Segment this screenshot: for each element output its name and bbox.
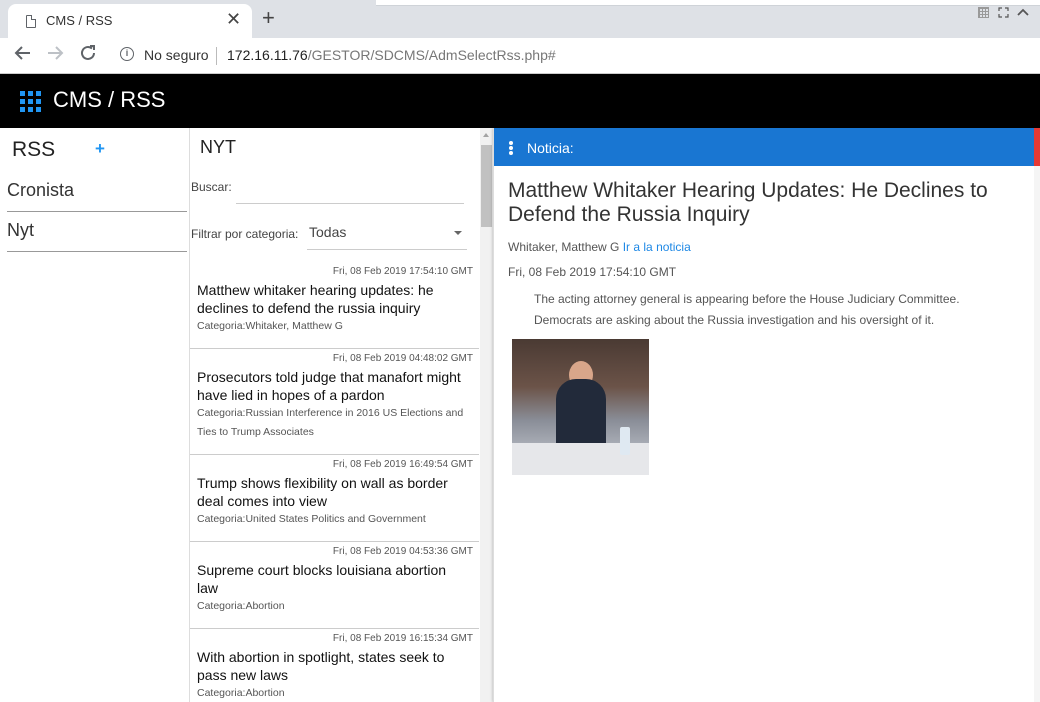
chevron-up-icon[interactable] xyxy=(1014,4,1032,20)
more-vert-icon[interactable] xyxy=(509,141,513,155)
grid-icon[interactable] xyxy=(974,4,992,20)
panel-label: Noticia: xyxy=(527,140,574,156)
list-item[interactable]: Fri, 08 Feb 2019 17:54:10 GMT Matthew wh… xyxy=(190,262,479,349)
scroll-up-icon[interactable] xyxy=(483,133,489,137)
address-bar: i No seguro 172.16.11.76/GESTOR/SDCMS/Ad… xyxy=(0,38,1040,74)
article-panel-header: Noticia: xyxy=(494,128,1035,166)
news-date: Fri, 08 Feb 2019 16:49:54 GMT xyxy=(332,459,473,470)
chevron-down-icon xyxy=(454,231,462,235)
url-field[interactable]: 172.16.11.76/GESTOR/SDCMS/AdmSelectRss.p… xyxy=(227,47,556,63)
rss-title: RSS xyxy=(12,138,56,161)
close-tab-icon[interactable]: ✕ xyxy=(226,10,241,28)
article-body: The acting attorney general is appearing… xyxy=(534,292,960,327)
feed-panel: NYT Buscar: Filtrar por categoria: Todas… xyxy=(190,128,493,702)
browser-tab[interactable]: CMS / RSS ✕ xyxy=(8,4,252,38)
news-date: Fri, 08 Feb 2019 16:15:34 GMT xyxy=(332,633,473,644)
news-date: Fri, 08 Feb 2019 04:48:02 GMT xyxy=(332,353,473,364)
panel-edge-accent xyxy=(1034,128,1040,166)
news-category: Categoria:Whitaker, Matthew G xyxy=(197,320,343,332)
right-gutter xyxy=(1034,166,1040,702)
sidebar-item-cronista[interactable]: Cronista xyxy=(7,172,187,212)
app-title: CMS / RSS xyxy=(53,87,166,112)
list-item[interactable]: Fri, 08 Feb 2019 16:49:54 GMT Trump show… xyxy=(190,455,479,542)
list-item[interactable]: Fri, 08 Feb 2019 04:53:36 GMT Supreme co… xyxy=(190,542,479,629)
sidebar-item-nyt[interactable]: Nyt xyxy=(7,212,187,252)
window-controls xyxy=(974,4,1032,20)
reload-icon[interactable] xyxy=(79,44,97,68)
news-title[interactable]: Trump shows flexibility on wall as borde… xyxy=(197,474,479,510)
resize-icon[interactable] xyxy=(994,4,1012,20)
url-path: /GESTOR/SDCMS/AdmSelectRss.php# xyxy=(307,47,556,63)
apps-grid-icon[interactable] xyxy=(20,91,41,112)
news-title[interactable]: With abortion in spotlight, states seek … xyxy=(197,648,479,684)
news-category: Categoria:Abortion xyxy=(197,687,285,699)
news-category: Categoria:Russian Interference in 2016 U… xyxy=(197,407,464,438)
app-header: CMS / RSS xyxy=(0,74,1040,128)
news-title[interactable]: Prosecutors told judge that manafort mig… xyxy=(197,368,479,404)
article-byline: Whitaker, Matthew G Ir a la noticia xyxy=(508,240,691,254)
article-author: Whitaker, Matthew G xyxy=(508,240,620,254)
article-image xyxy=(512,339,649,475)
list-item[interactable]: Fri, 08 Feb 2019 04:48:02 GMT Prosecutor… xyxy=(190,349,479,455)
back-arrow-icon[interactable] xyxy=(14,44,32,68)
tab-title: CMS / RSS xyxy=(46,13,113,28)
url-divider xyxy=(216,47,217,65)
article-date: Fri, 08 Feb 2019 17:54:10 GMT xyxy=(508,265,677,279)
url-host: 172.16.11.76 xyxy=(227,47,308,63)
news-category: Categoria:Abortion xyxy=(197,600,285,612)
list-item[interactable]: Fri, 08 Feb 2019 16:15:34 GMT With abort… xyxy=(190,629,479,702)
feed-title: NYT xyxy=(200,137,236,157)
article-panel: Noticia: Matthew Whitaker Hearing Update… xyxy=(493,128,1035,702)
news-title[interactable]: Supreme court blocks louisiana abortion … xyxy=(197,561,479,597)
add-feed-icon[interactable]: + xyxy=(95,139,105,159)
filter-label: Filtrar por categoria: xyxy=(191,227,299,241)
news-list: Fri, 08 Feb 2019 17:54:10 GMT Matthew wh… xyxy=(190,262,479,702)
page-icon xyxy=(26,15,36,28)
news-title[interactable]: Matthew whitaker hearing updates: he dec… xyxy=(197,281,479,317)
tabstrip-edge xyxy=(376,0,1040,6)
info-icon[interactable]: i xyxy=(120,47,134,61)
new-tab-button[interactable]: + xyxy=(262,6,275,30)
article-link[interactable]: Ir a la noticia xyxy=(623,240,691,254)
security-label[interactable]: No seguro xyxy=(144,47,209,63)
news-category: Categoria:United States Politics and Gov… xyxy=(197,513,426,525)
forward-arrow-icon[interactable] xyxy=(46,44,64,68)
browser-tabstrip: CMS / RSS ✕ + xyxy=(0,0,1040,38)
news-date: Fri, 08 Feb 2019 17:54:10 GMT xyxy=(332,266,473,277)
article-title: Matthew Whitaker Hearing Updates: He Dec… xyxy=(508,179,988,226)
news-date: Fri, 08 Feb 2019 04:53:36 GMT xyxy=(332,546,473,557)
filter-value: Todas xyxy=(309,224,347,240)
rss-sidebar: RSS + Cronista Nyt xyxy=(0,128,190,702)
category-filter-select[interactable]: Todas xyxy=(307,218,467,250)
search-input[interactable] xyxy=(236,174,464,204)
scrollbar-thumb[interactable] xyxy=(481,145,492,227)
image-person xyxy=(556,379,606,449)
feed-scrollbar[interactable] xyxy=(480,128,493,702)
image-bottle xyxy=(620,427,630,455)
search-label: Buscar: xyxy=(191,180,232,194)
